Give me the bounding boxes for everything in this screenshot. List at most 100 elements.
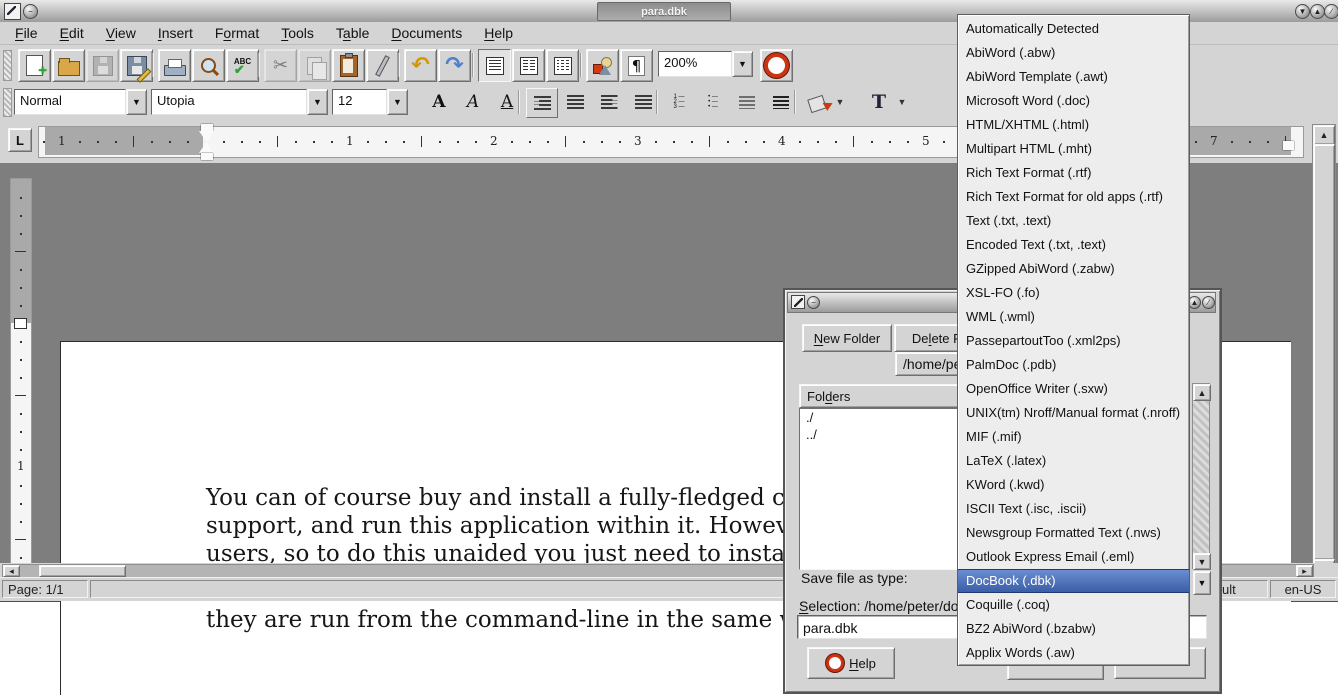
toolbar-drag-handle[interactable] — [3, 88, 12, 117]
align-left-button[interactable] — [526, 88, 558, 118]
left-indent-base[interactable] — [201, 153, 213, 160]
vertical-scrollbar[interactable]: ▲ ▼ — [1312, 124, 1336, 579]
two-columns-button[interactable] — [512, 49, 545, 82]
one-column-button[interactable] — [478, 49, 511, 82]
dropdown-item[interactable]: OpenOffice Writer (.sxw) — [958, 377, 1189, 401]
menu-edit[interactable]: Edit — [49, 22, 95, 45]
highlight-color-dropdown[interactable]: ▼ — [832, 88, 848, 116]
toolbar-drag-handle[interactable] — [3, 50, 12, 81]
style-combobox[interactable]: Normal ▼ — [14, 89, 147, 115]
dropdown-item[interactable]: PassepartoutToo (.xml2ps) — [958, 329, 1189, 353]
close-button[interactable]: ∕ — [1324, 4, 1338, 19]
dropdown-item[interactable]: HTML/XHTML (.html) — [958, 113, 1189, 137]
folders-list[interactable]: ./../ — [799, 408, 965, 570]
save-button[interactable] — [86, 49, 119, 82]
file-type-combo-arrow[interactable]: ▼ — [1193, 571, 1211, 595]
align-right-button[interactable] — [594, 88, 624, 116]
dropdown-item[interactable]: PalmDoc (.pdb) — [958, 353, 1189, 377]
minimize-button[interactable]: ▼ — [1295, 4, 1310, 19]
zoom-combobox[interactable]: 200% ▼ — [658, 51, 753, 77]
first-line-indent-marker[interactable] — [201, 124, 213, 131]
dropdown-item[interactable]: LaTeX (.latex) — [958, 449, 1189, 473]
dropdown-item[interactable]: BZ2 AbiWord (.bzabw) — [958, 617, 1189, 641]
scroll-left-button[interactable]: ◂ — [3, 565, 20, 577]
dropdown-item[interactable]: Encoded Text (.txt, .text) — [958, 233, 1189, 257]
dropdown-item[interactable]: Rich Text Format (.rtf) — [958, 161, 1189, 185]
menu-documents[interactable]: Documents — [380, 22, 473, 45]
folder-item[interactable]: ./ — [800, 409, 964, 426]
dropdown-item[interactable]: Newsgroup Formatted Text (.nws) — [958, 521, 1189, 545]
increase-indent-button[interactable] — [766, 88, 796, 116]
undo-button[interactable]: ↶ — [404, 49, 437, 82]
dropdown-item[interactable]: AbiWord Template (.awt) — [958, 65, 1189, 89]
dialog-help-button[interactable]: Help — [807, 647, 895, 679]
paste-button[interactable] — [332, 49, 365, 82]
dropdown-item[interactable]: Applix Words (.aw) — [958, 641, 1189, 665]
save-as-button[interactable] — [120, 49, 153, 82]
dropdown-item[interactable]: Outlook Express Email (.eml) — [958, 545, 1189, 569]
copy-button[interactable] — [298, 49, 331, 82]
dropdown-item[interactable]: DocBook (.dbk) — [958, 569, 1189, 593]
font-combobox[interactable]: Utopia ▼ — [151, 89, 328, 115]
dropdown-item[interactable]: AbiWord (.abw) — [958, 41, 1189, 65]
menu-table[interactable]: Table — [325, 22, 380, 45]
dropdown-item[interactable]: Coquille (.coq) — [958, 593, 1189, 617]
files-scroll-up-button[interactable]: ▲ — [1193, 384, 1211, 401]
style-dropdown-arrow[interactable]: ▼ — [126, 89, 147, 115]
bold-button[interactable]: A — [424, 88, 454, 116]
open-button[interactable] — [52, 49, 85, 82]
cut-button[interactable]: ✂ — [264, 49, 297, 82]
font-size-combobox[interactable]: 12 ▼ — [332, 89, 408, 115]
menu-insert[interactable]: Insert — [147, 22, 204, 45]
menu-tools[interactable]: Tools — [270, 22, 325, 45]
font-dropdown-arrow[interactable]: ▼ — [307, 89, 328, 115]
dropdown-item[interactable]: Multipart HTML (.mht) — [958, 137, 1189, 161]
insert-symbol-button[interactable] — [586, 49, 619, 82]
window-menu-button[interactable]: − — [23, 4, 38, 19]
dropdown-item[interactable]: Rich Text Format for old apps (.rtf) — [958, 185, 1189, 209]
dropdown-item[interactable]: UNIX(tm) Nroff/Manual format (.nroff) — [958, 401, 1189, 425]
three-columns-button[interactable] — [546, 49, 579, 82]
dropdown-item[interactable]: Automatically Detected — [958, 17, 1189, 41]
align-justify-button[interactable] — [628, 88, 658, 116]
vertical-ruler[interactable]: 1 — [10, 178, 32, 579]
format-painter-button[interactable] — [366, 49, 399, 82]
dropdown-item[interactable]: Text (.txt, .text) — [958, 209, 1189, 233]
numbered-list-button[interactable]: 1 — 2 — 3 — — [664, 88, 694, 116]
right-indent-marker[interactable] — [1283, 141, 1294, 150]
italic-button[interactable]: A — [458, 88, 488, 116]
folder-item[interactable]: ../ — [800, 426, 964, 443]
menu-file[interactable]: File — [4, 22, 49, 45]
vertical-scroll-thumb[interactable] — [1313, 144, 1335, 560]
decrease-indent-button[interactable] — [732, 88, 762, 116]
spellcheck-button[interactable]: ABC✔ — [226, 49, 259, 82]
menu-format[interactable]: Format — [204, 22, 270, 45]
bullet-list-button[interactable]: • — • — • — — [698, 88, 728, 116]
files-list-scrollbar[interactable]: ▲ ▼ — [1192, 383, 1210, 569]
menu-view[interactable]: View — [95, 22, 147, 45]
print-preview-button[interactable] — [192, 49, 225, 82]
files-scroll-down-button[interactable]: ▼ — [1193, 553, 1211, 570]
dropdown-item[interactable]: KWord (.kwd) — [958, 473, 1189, 497]
top-margin-marker[interactable] — [14, 318, 27, 329]
folders-header-button[interactable]: Folders — [799, 384, 963, 408]
highlight-color-button[interactable] — [802, 88, 832, 116]
print-button[interactable] — [158, 49, 191, 82]
menu-help[interactable]: Help — [473, 22, 524, 45]
new-document-button[interactable]: + — [18, 49, 51, 82]
dropdown-item[interactable]: WML (.wml) — [958, 305, 1189, 329]
tab-stop-selector[interactable]: L — [8, 128, 32, 152]
dropdown-item[interactable]: ISCII Text (.isc, .iscii) — [958, 497, 1189, 521]
scroll-right-button[interactable]: ▸ — [1296, 565, 1313, 577]
maximize-button[interactable]: ▲ — [1310, 4, 1325, 19]
scroll-up-button[interactable]: ▲ — [1313, 125, 1335, 145]
help-button[interactable] — [760, 49, 793, 82]
show-formatting-marks-button[interactable]: ¶ — [620, 49, 653, 82]
dropdown-item[interactable]: GZipped AbiWord (.zabw) — [958, 257, 1189, 281]
zoom-dropdown-arrow[interactable]: ▼ — [732, 51, 753, 77]
font-color-dropdown[interactable]: ▼ — [894, 88, 910, 116]
new-folder-button[interactable]: New Folder — [802, 324, 892, 352]
font-size-dropdown-arrow[interactable]: ▼ — [387, 89, 408, 115]
font-color-button[interactable]: T — [864, 88, 894, 116]
horizontal-scroll-thumb[interactable] — [39, 565, 126, 577]
